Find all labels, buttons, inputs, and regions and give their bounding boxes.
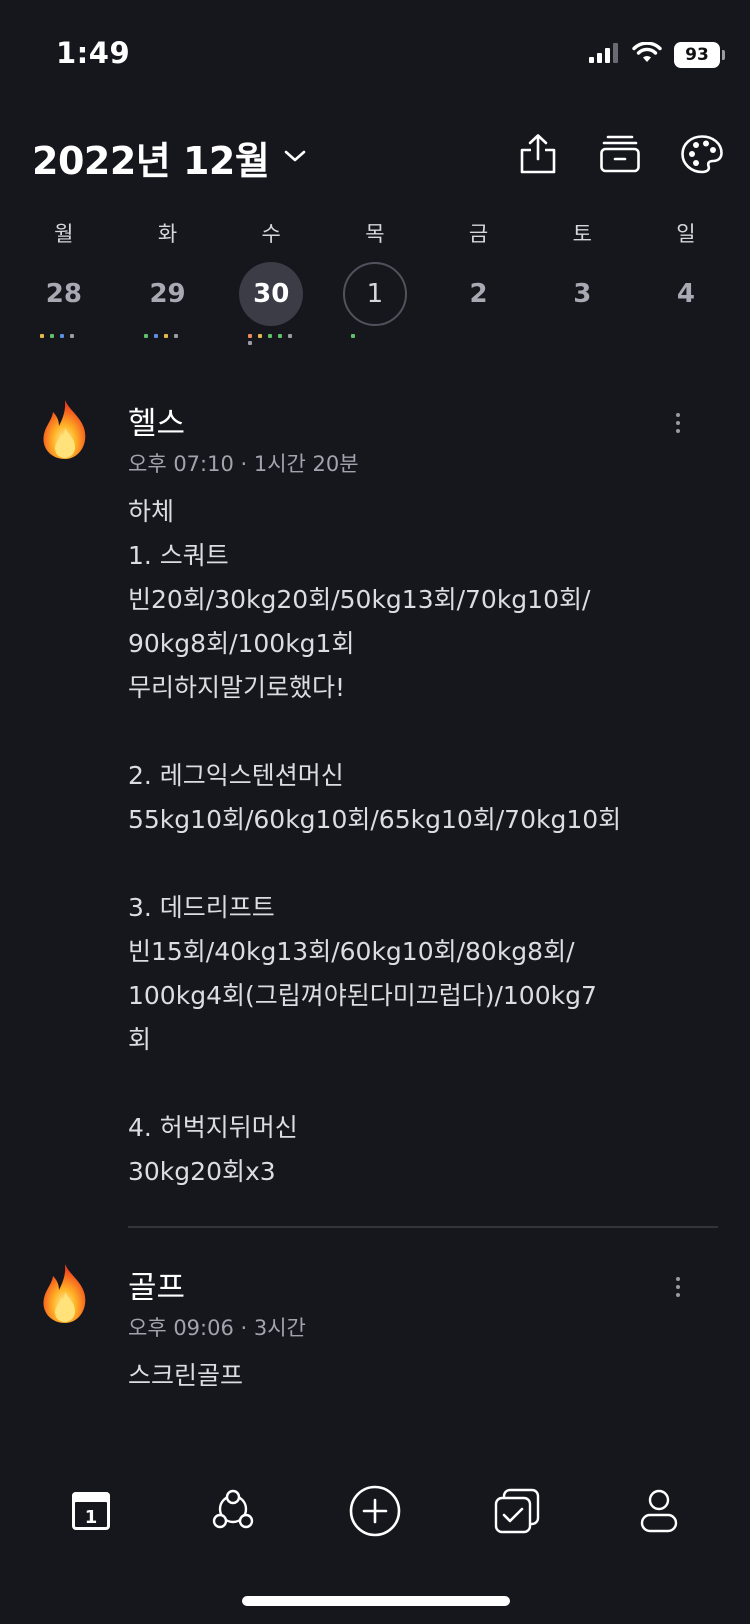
more-dot	[676, 1293, 680, 1297]
fire-icon	[38, 398, 92, 476]
entry-title: 골프	[128, 1270, 186, 1306]
day-number[interactable]: 28	[32, 262, 96, 326]
archive-icon	[599, 134, 641, 178]
palette-icon	[680, 134, 724, 178]
event-dot	[40, 334, 45, 338]
signal-icon	[588, 42, 620, 68]
header: 2022년 12월	[0, 120, 750, 200]
event-dot	[164, 334, 169, 338]
month-title: 2022년 12월	[32, 139, 270, 183]
event-dot	[144, 334, 149, 338]
entry-time: 오후 09:06 · 3시간	[128, 1316, 306, 1340]
svg-text:1: 1	[85, 1507, 98, 1528]
event-dots	[40, 334, 87, 338]
profile-icon	[637, 1488, 681, 1538]
event-dot	[154, 334, 159, 338]
day-name: 월	[54, 222, 74, 246]
event-dot	[351, 334, 356, 338]
friends-tab[interactable]	[203, 1483, 263, 1543]
calendar-tab[interactable]: 1	[61, 1483, 121, 1543]
tab-bar: 1	[0, 1478, 750, 1548]
share-icon	[518, 133, 558, 179]
event-dot	[70, 334, 75, 338]
entry-body: 하체 1. 스쿼트 빈20회/30kg20회/50kg13회/70kg10회/ …	[128, 497, 622, 1186]
plus-circle-icon	[348, 1484, 402, 1542]
event-dot	[277, 334, 282, 338]
status-icons: 93	[588, 41, 725, 68]
divider	[128, 1226, 718, 1228]
todo-tab[interactable]	[487, 1483, 547, 1543]
day-number[interactable]: 1	[342, 262, 407, 326]
day-column[interactable]: 수 30	[219, 214, 323, 354]
entry-item[interactable]: 헬스 오후 07:10 · 1시간 20분 하체 1. 스쿼트 빈20회/30k…	[0, 398, 750, 1198]
event-dot	[287, 334, 292, 338]
profile-tab[interactable]	[629, 1483, 689, 1543]
event-dot	[247, 341, 252, 345]
month-picker[interactable]: 2022년 12월	[32, 130, 307, 185]
entry-time: 오후 07:10 · 1시간 20분	[128, 452, 359, 476]
day-column[interactable]: 목1	[323, 214, 427, 354]
event-dots	[247, 334, 295, 345]
more-dot	[676, 429, 680, 433]
day-number[interactable]: 4	[654, 262, 718, 326]
day-name: 목	[365, 222, 385, 246]
entry-title: 헬스	[128, 406, 186, 442]
share-button[interactable]	[516, 134, 560, 178]
status-bar: 1:49 93	[0, 0, 750, 100]
day-column[interactable]: 토3	[530, 214, 634, 354]
event-dots	[351, 334, 398, 338]
more-dot	[676, 1277, 680, 1281]
fire-icon	[38, 1262, 92, 1340]
calendar-icon: 1	[69, 1489, 113, 1537]
day-column[interactable]: 금2	[427, 214, 531, 354]
day-column[interactable]: 월 28	[12, 214, 116, 354]
friends-icon	[209, 1489, 257, 1537]
day-name: 수	[261, 222, 281, 246]
more-options-button[interactable]	[666, 1272, 690, 1302]
day-number[interactable]: 3	[550, 262, 614, 326]
day-number[interactable]: 29	[136, 262, 200, 326]
week-strip: 월 28 화 29 수 30 목 1 금 2 토 3 일 4	[12, 214, 738, 354]
event-dot	[60, 334, 65, 338]
day-column[interactable]: 화 29	[116, 214, 220, 354]
more-dot	[676, 421, 680, 425]
event-dot	[50, 334, 55, 338]
home-indicator	[242, 1596, 510, 1606]
entry-body: 스크린골프	[128, 1361, 244, 1390]
day-name: 금	[468, 222, 489, 246]
day-name: 화	[157, 222, 178, 246]
wifi-icon	[632, 41, 662, 68]
battery-indicator: 93	[674, 42, 725, 68]
entry-item[interactable]: 골프 오후 09:06 · 3시간 스크린골프	[0, 1262, 750, 1422]
status-time: 1:49	[56, 36, 131, 70]
chevron-down-icon	[283, 148, 307, 168]
checklist-icon	[493, 1487, 541, 1539]
archive-button[interactable]	[598, 134, 642, 178]
event-dot	[247, 334, 252, 338]
day-number[interactable]: 30	[239, 262, 304, 326]
event-dot	[257, 334, 262, 338]
add-tab[interactable]	[345, 1483, 405, 1543]
day-name: 토	[572, 222, 592, 246]
day-number[interactable]: 2	[447, 262, 511, 326]
event-dots	[144, 334, 191, 338]
event-dot	[267, 334, 272, 338]
day-name: 일	[676, 222, 696, 246]
event-dot	[174, 334, 179, 338]
more-options-button[interactable]	[666, 408, 690, 438]
palette-button[interactable]	[680, 134, 724, 178]
more-dot	[676, 413, 680, 417]
day-column[interactable]: 일4	[634, 214, 738, 354]
more-dot	[676, 1285, 680, 1289]
